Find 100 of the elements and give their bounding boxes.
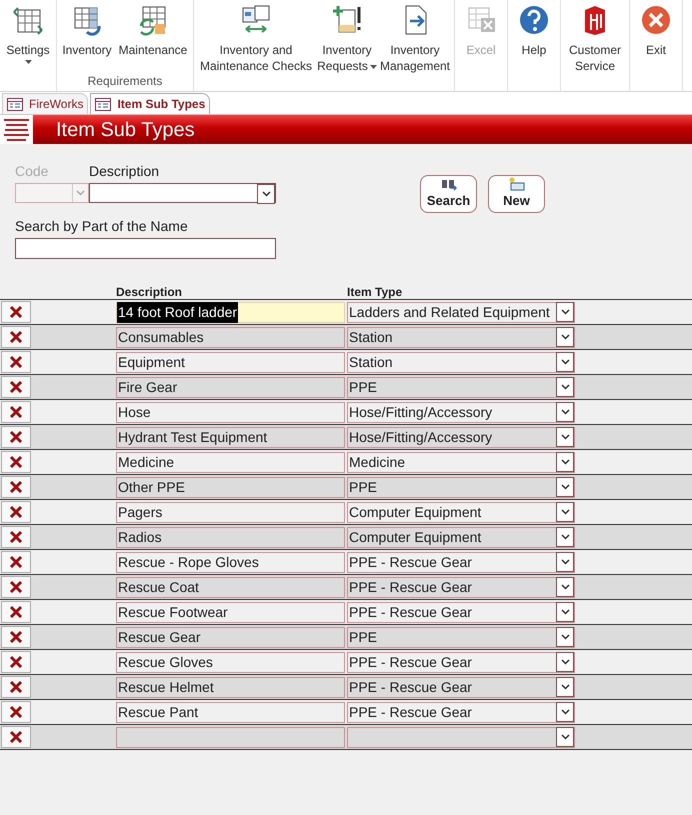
delete-button[interactable]: [1, 601, 31, 623]
description-field[interactable]: Rescue Helmet: [116, 676, 345, 698]
description-field[interactable]: Hose: [116, 402, 345, 422]
dropdown-button[interactable]: [556, 502, 574, 522]
item-type-dropdown[interactable]: Computer Equipment: [347, 526, 575, 548]
dropdown-button[interactable]: [556, 377, 574, 397]
caret-icon: [370, 64, 377, 69]
ribbon-button[interactable]: Inventory Management: [378, 0, 452, 91]
delete-button[interactable]: [1, 326, 31, 348]
dropdown-button[interactable]: [556, 402, 574, 422]
item-type-dropdown[interactable]: PPE - Rescue Gear: [347, 702, 575, 722]
ribbon-button[interactable]: Exit: [632, 0, 680, 91]
delete-button[interactable]: [1, 726, 31, 748]
ribbon-button[interactable]: Help: [510, 0, 558, 91]
action-button[interactable]: New: [488, 175, 545, 213]
description-field[interactable]: Rescue - Rope Gloves: [116, 552, 345, 572]
delete-button[interactable]: [1, 376, 31, 398]
dropdown-button[interactable]: [556, 577, 574, 597]
item-type-dropdown[interactable]: PPE - Rescue Gear: [347, 676, 575, 698]
dropdown-button[interactable]: [556, 527, 574, 547]
description-field[interactable]: Rescue Pant: [116, 702, 345, 722]
description-field[interactable]: Other PPE: [116, 476, 345, 498]
delete-button[interactable]: [1, 651, 31, 673]
item-type-dropdown[interactable]: Hose/Fitting/Accessory: [347, 426, 575, 448]
delete-button[interactable]: [1, 401, 31, 423]
ribbon-button[interactable]: Customer Service: [563, 0, 627, 91]
column-header: Item Type: [347, 284, 402, 299]
field-label: Description: [89, 162, 160, 180]
chevron-down-icon: [560, 484, 570, 490]
chevron-down-icon: [560, 384, 570, 390]
dropdown-button[interactable]: [556, 552, 574, 572]
item-type-dropdown[interactable]: Computer Equipment: [347, 502, 575, 522]
item-type-dropdown[interactable]: Hose/Fitting/Accessory: [347, 402, 575, 422]
dropdown-button[interactable]: [257, 184, 275, 204]
item-type-dropdown[interactable]: Station: [347, 326, 575, 348]
x-icon: [9, 630, 23, 644]
description-field[interactable]: Rescue Coat: [116, 576, 345, 598]
ribbon-button[interactable]: Inventory and Maintenance Checks: [196, 0, 316, 91]
chevron-down-icon: [560, 634, 570, 640]
description-field[interactable]: Rescue Gloves: [116, 652, 345, 672]
dropdown-button[interactable]: [556, 427, 574, 447]
delete-button[interactable]: [1, 476, 31, 498]
dropdown-button[interactable]: [556, 352, 574, 372]
item-type-dropdown[interactable]: PPE - Rescue Gear: [347, 652, 575, 672]
description-field[interactable]: 14 foot Roof ladder: [116, 302, 345, 322]
item-type-dropdown[interactable]: PPE - Rescue Gear: [347, 576, 575, 598]
delete-button[interactable]: [1, 701, 31, 723]
dropdown-button[interactable]: [556, 702, 574, 722]
delete-button[interactable]: [1, 551, 31, 573]
item-type-dropdown[interactable]: PPE: [347, 626, 575, 648]
description-field[interactable]: Fire Gear: [116, 376, 345, 398]
dropdown-button[interactable]: [556, 477, 574, 497]
delete-button[interactable]: [1, 351, 31, 373]
delete-button[interactable]: [1, 301, 31, 323]
description-field[interactable]: Pagers: [116, 502, 345, 522]
dropdown-button[interactable]: [556, 652, 574, 672]
dropdown-button[interactable]: [556, 727, 574, 747]
item-type-dropdown[interactable]: Ladders and Related Equipment: [347, 302, 575, 322]
delete-button[interactable]: [1, 626, 31, 648]
description-field[interactable]: [116, 726, 345, 748]
document-tab[interactable]: Item Sub Types: [90, 93, 210, 114]
item-type-dropdown[interactable]: PPE - Rescue Gear: [347, 602, 575, 622]
item-type-dropdown[interactable]: PPE: [347, 476, 575, 498]
close-icon: [640, 4, 672, 36]
item-type-dropdown[interactable]: PPE - Rescue Gear: [347, 552, 575, 572]
description-field[interactable]: Rescue Gear: [116, 626, 345, 648]
ribbon-button[interactable]: Inventory: [59, 0, 115, 73]
chevron-down-icon: [76, 190, 85, 196]
description-field[interactable]: Hydrant Test Equipment: [116, 426, 345, 448]
description-dropdown[interactable]: [89, 183, 276, 203]
dropdown-button[interactable]: [556, 627, 574, 647]
description-field[interactable]: Medicine: [116, 452, 345, 472]
item-type-dropdown[interactable]: PPE: [347, 376, 575, 398]
delete-button[interactable]: [1, 426, 31, 448]
delete-button[interactable]: [1, 676, 31, 698]
x-icon: [9, 680, 23, 694]
dropdown-button[interactable]: [556, 602, 574, 622]
search-field[interactable]: [15, 238, 276, 259]
ribbon-button[interactable]: Settings: [2, 0, 54, 91]
delete-button[interactable]: [1, 501, 31, 523]
action-button[interactable]: Search: [420, 175, 477, 213]
delete-button[interactable]: [1, 526, 31, 548]
item-type-dropdown[interactable]: Station: [347, 352, 575, 372]
description-field[interactable]: Rescue Footwear: [116, 602, 345, 622]
description-field[interactable]: Equipment: [116, 352, 345, 372]
description-field[interactable]: Consumables: [116, 326, 345, 348]
item-type-dropdown[interactable]: Medicine: [347, 452, 575, 472]
dropdown-button[interactable]: [556, 677, 574, 697]
ribbon-button[interactable]: Maintenance: [115, 0, 191, 73]
description-field[interactable]: Radios: [116, 526, 345, 548]
ribbon-button[interactable]: Inventory Requests: [316, 0, 378, 91]
delete-button[interactable]: [1, 451, 31, 473]
chevron-down-icon: [560, 734, 570, 740]
chevron-down-icon: [560, 334, 570, 340]
document-tab[interactable]: FireWorks: [2, 93, 88, 114]
dropdown-button[interactable]: [556, 452, 574, 472]
dropdown-button[interactable]: [556, 327, 574, 347]
delete-button[interactable]: [1, 576, 31, 598]
chevron-down-icon: [262, 191, 270, 197]
dropdown-button[interactable]: [556, 302, 574, 322]
